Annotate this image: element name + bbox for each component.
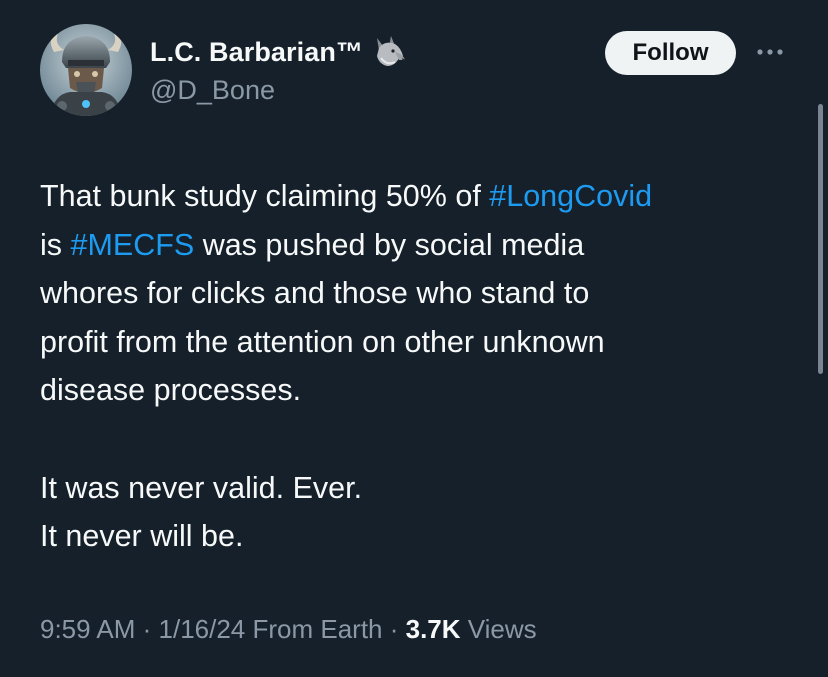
- hashtag-link-longcovid[interactable]: #LongCovid: [489, 179, 652, 213]
- wolf-emoji-icon: [369, 32, 409, 72]
- more-options-button[interactable]: [754, 38, 786, 66]
- tweet-line: That bunk study claiming 50% of #LongCov…: [40, 172, 800, 221]
- armored-warrior-avatar-icon: [40, 24, 132, 116]
- tweet-line: profit from the attention on other unkno…: [40, 324, 605, 359]
- tweet-date[interactable]: 1/16/24: [159, 614, 246, 644]
- tweet-text: That bunk study claiming 50% of #LongCov…: [40, 172, 800, 561]
- author-name-row: L.C. Barbarian™: [150, 32, 409, 72]
- views-label: Views: [460, 614, 537, 644]
- follow-button[interactable]: Follow: [605, 31, 736, 75]
- tweet-meta: 9:59 AM · 1/16/24 From Earth · 3.7K View…: [40, 614, 537, 645]
- tweet-time[interactable]: 9:59 AM: [40, 614, 135, 644]
- tweet-text-segment: That bunk study claiming 50% of: [40, 179, 490, 213]
- meta-separator: ·: [382, 614, 406, 644]
- tweet-line: It was never valid. Ever.: [40, 470, 363, 505]
- tweet-line: disease processes.: [40, 373, 302, 408]
- tweet-line: is #MECFS was pushed by social media: [40, 221, 800, 270]
- scrollbar[interactable]: [818, 104, 823, 374]
- author-display-name[interactable]: L.C. Barbarian™: [150, 37, 363, 68]
- author-handle[interactable]: @D_Bone: [150, 75, 275, 106]
- hashtag-link-mecfs[interactable]: #MECFS: [71, 228, 195, 262]
- tweet-location: From Earth: [245, 614, 383, 644]
- views-count[interactable]: 3.7K: [406, 614, 461, 644]
- more-horizontal-icon: [757, 49, 783, 55]
- meta-separator: ·: [135, 614, 159, 644]
- tweet-line: whores for clicks and those who stand to: [40, 276, 590, 311]
- tweet-line: It never will be.: [40, 519, 244, 554]
- tweet-text-segment: is: [40, 227, 71, 262]
- avatar[interactable]: [40, 24, 132, 116]
- tweet-text-segment: was pushed by social media: [194, 227, 585, 262]
